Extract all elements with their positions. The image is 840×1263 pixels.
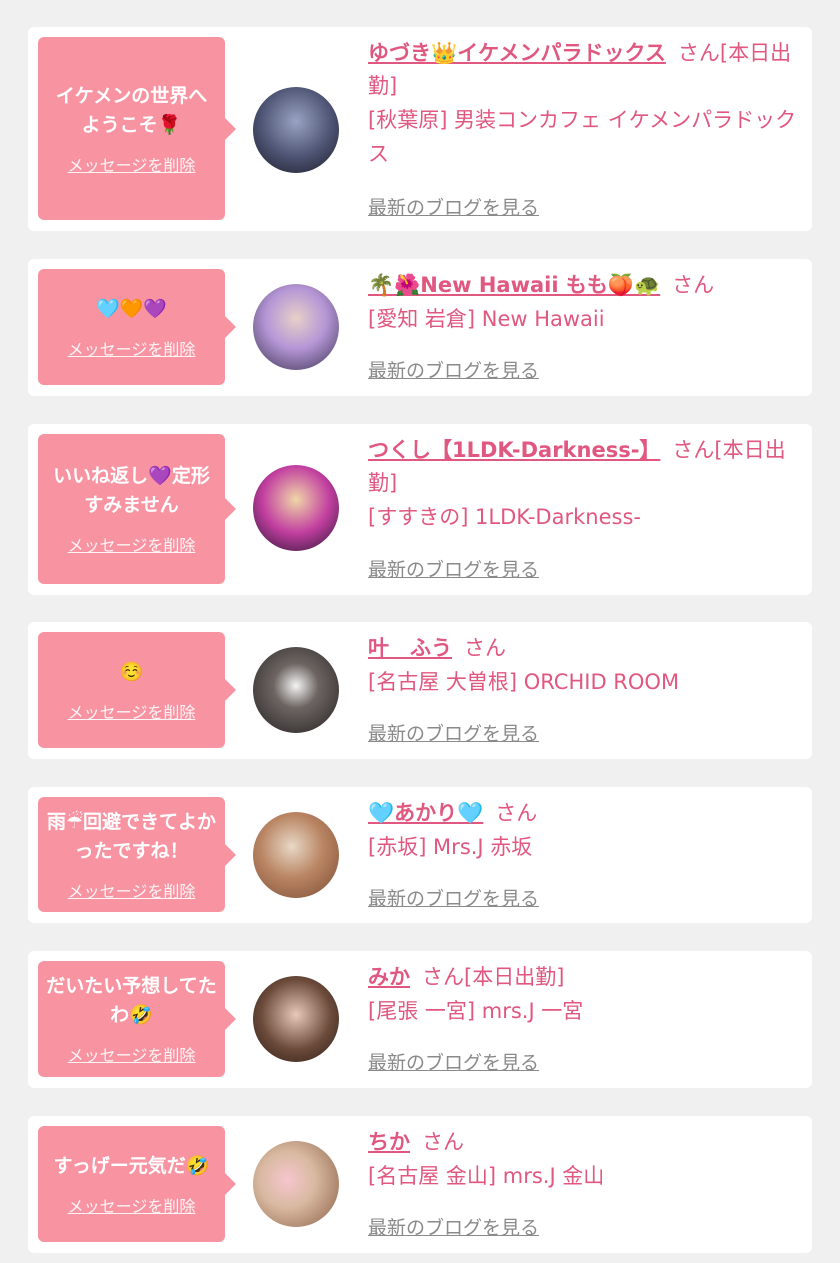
- latest-blog-link[interactable]: 最新のブログを見る: [368, 884, 539, 911]
- message-bubble: 雨☔回避できてよかったですね！ メッセージを削除: [38, 797, 236, 912]
- latest-blog-link[interactable]: 最新のブログを見る: [368, 1213, 539, 1240]
- avatar[interactable]: [253, 1141, 339, 1227]
- avatar[interactable]: [253, 976, 339, 1062]
- delete-message-link[interactable]: メッセージを削除: [68, 699, 196, 723]
- list-item: イケメンの世界へようこそ🌹 メッセージを削除 ゆづき👑イケメンパラドックス さん[…: [28, 27, 812, 231]
- cast-name-link[interactable]: つくし【1LDK-Darkness-】: [368, 438, 660, 462]
- delete-message-link[interactable]: メッセージを削除: [68, 1042, 196, 1066]
- name-suffix: さん[本日出勤]: [422, 965, 565, 989]
- delete-message-link[interactable]: メッセージを削除: [68, 152, 196, 176]
- message-bubble: すっげー元気だ🤣 メッセージを削除: [38, 1126, 236, 1242]
- message-bubble: 🩵🧡💜 メッセージを削除: [38, 269, 236, 385]
- message-text: 雨☔回避できてよかったですね！: [46, 810, 217, 862]
- avatar[interactable]: [253, 812, 339, 898]
- entry-info: つくし【1LDK-Darkness-】 さん[本日出勤] [すすきの] 1LDK-…: [368, 434, 804, 534]
- shop-label: [尾張 一宮] mrs.J 一宮: [368, 999, 584, 1023]
- avatar[interactable]: [253, 284, 339, 370]
- list-item: 雨☔回避できてよかったですね！ メッセージを削除 🩵あかり🩵 さん [赤坂] Mr…: [28, 787, 812, 923]
- name-suffix: さん: [672, 273, 715, 297]
- avatar[interactable]: [253, 465, 339, 551]
- delete-message-link[interactable]: メッセージを削除: [68, 1193, 196, 1217]
- message-text: 🩵🧡💜: [96, 297, 167, 320]
- shop-label: [赤坂] Mrs.J 赤坂: [368, 835, 533, 859]
- latest-blog-link[interactable]: 最新のブログを見る: [368, 356, 539, 383]
- list-item: いいね返し💜定形すみません メッセージを削除 つくし【1LDK-Darkness…: [28, 424, 812, 595]
- cast-name-link[interactable]: 叶 ふう: [368, 636, 452, 660]
- name-suffix: さん: [495, 801, 538, 825]
- message-text: いいね返し💜定形すみません: [53, 465, 210, 516]
- delete-message-link[interactable]: メッセージを削除: [68, 336, 196, 360]
- avatar[interactable]: [253, 87, 339, 173]
- name-suffix: さん: [464, 636, 506, 660]
- shop-label: [名古屋 金山] mrs.J 金山: [368, 1164, 605, 1188]
- latest-blog-link[interactable]: 最新のブログを見る: [368, 719, 539, 746]
- latest-blog-link[interactable]: 最新のブログを見る: [368, 1048, 539, 1075]
- cast-name-link[interactable]: みか: [368, 965, 410, 989]
- entry-info: 叶 ふう さん [名古屋 大曽根] ORCHID ROOM: [368, 632, 804, 699]
- latest-blog-link[interactable]: 最新のブログを見る: [368, 193, 539, 220]
- entry-info: 🩵あかり🩵 さん [赤坂] Mrs.J 赤坂: [368, 797, 804, 864]
- message-bubble: イケメンの世界へようこそ🌹 メッセージを削除: [38, 37, 236, 220]
- message-text: ☺️: [119, 660, 144, 683]
- list-item: すっげー元気だ🤣 メッセージを削除 ちか さん [名古屋 金山] mrs.J 金山…: [28, 1116, 812, 1253]
- message-bubble: ☺️ メッセージを削除: [38, 632, 236, 748]
- shop-label: [名古屋 大曽根] ORCHID ROOM: [368, 670, 680, 694]
- message-text: すっげー元気だ🤣: [53, 1154, 210, 1177]
- cast-name-link[interactable]: ちか: [368, 1130, 410, 1154]
- message-bubble: だいたい予想してたわ🤣 メッセージを削除: [38, 961, 236, 1077]
- shop-label: [秋葉原] 男装コンカフェ イケメンパラドックス: [368, 108, 797, 166]
- delete-message-link[interactable]: メッセージを削除: [68, 878, 196, 902]
- entry-info: 🌴🌺New Hawaii もも🍑🐢 さん [愛知 岩倉] New Hawaii: [368, 269, 804, 336]
- message-text: イケメンの世界へようこそ🌹: [55, 84, 208, 136]
- cast-name-link[interactable]: 🩵あかり🩵: [368, 801, 483, 825]
- entry-info: ちか さん [名古屋 金山] mrs.J 金山: [368, 1126, 804, 1193]
- delete-message-link[interactable]: メッセージを削除: [68, 532, 196, 556]
- entry-info: みか さん[本日出勤] [尾張 一宮] mrs.J 一宮: [368, 961, 804, 1028]
- name-suffix: さん: [422, 1130, 464, 1154]
- list-item: 🩵🧡💜 メッセージを削除 🌴🌺New Hawaii もも🍑🐢 さん [愛知 岩倉]…: [28, 259, 812, 396]
- favorites-list: イケメンの世界へようこそ🌹 メッセージを削除 ゆづき👑イケメンパラドックス さん[…: [0, 0, 840, 1263]
- cast-name-link[interactable]: 🌴🌺New Hawaii もも🍑🐢: [368, 273, 660, 297]
- cast-name-link[interactable]: ゆづき👑イケメンパラドックス: [368, 41, 666, 65]
- list-item: ☺️ メッセージを削除 叶 ふう さん [名古屋 大曽根] ORCHID ROOM…: [28, 622, 812, 759]
- entry-info: ゆづき👑イケメンパラドックス さん[本日出勤] [秋葉原] 男装コンカフェ イケメ…: [368, 37, 804, 171]
- message-bubble: いいね返し💜定形すみません メッセージを削除: [38, 434, 236, 584]
- shop-label: [すすきの] 1LDK-Darkness-: [368, 505, 641, 529]
- message-text: だいたい予想してたわ🤣: [46, 975, 217, 1026]
- avatar[interactable]: [253, 647, 339, 733]
- list-item: だいたい予想してたわ🤣 メッセージを削除 みか さん[本日出勤] [尾張 一宮] …: [28, 951, 812, 1088]
- latest-blog-link[interactable]: 最新のブログを見る: [368, 555, 539, 582]
- shop-label: [愛知 岩倉] New Hawaii: [368, 307, 605, 331]
